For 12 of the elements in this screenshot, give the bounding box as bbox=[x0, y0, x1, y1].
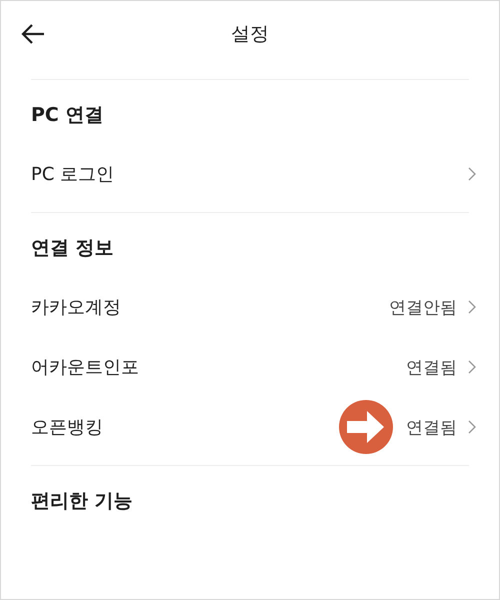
section-title: 연결 정보 bbox=[31, 236, 114, 261]
chevron-icon bbox=[467, 360, 477, 374]
settings-row[interactable]: 카카오계정 연결안됨 bbox=[1, 277, 499, 337]
section-title: PC 연결 bbox=[31, 103, 104, 128]
chevron-icon bbox=[467, 167, 477, 181]
chevron-icon bbox=[467, 420, 477, 434]
settings-row[interactable]: 오픈뱅킹 연결됨 bbox=[1, 397, 499, 457]
section-title: 편리한 기능 bbox=[31, 489, 133, 514]
screen-title: 설정 bbox=[231, 23, 269, 45]
chevron-icon bbox=[467, 300, 477, 314]
settings-row[interactable]: PC 로그인 bbox=[1, 144, 499, 204]
settings-row[interactable]: 어카운트인포 연결됨 bbox=[1, 337, 499, 397]
